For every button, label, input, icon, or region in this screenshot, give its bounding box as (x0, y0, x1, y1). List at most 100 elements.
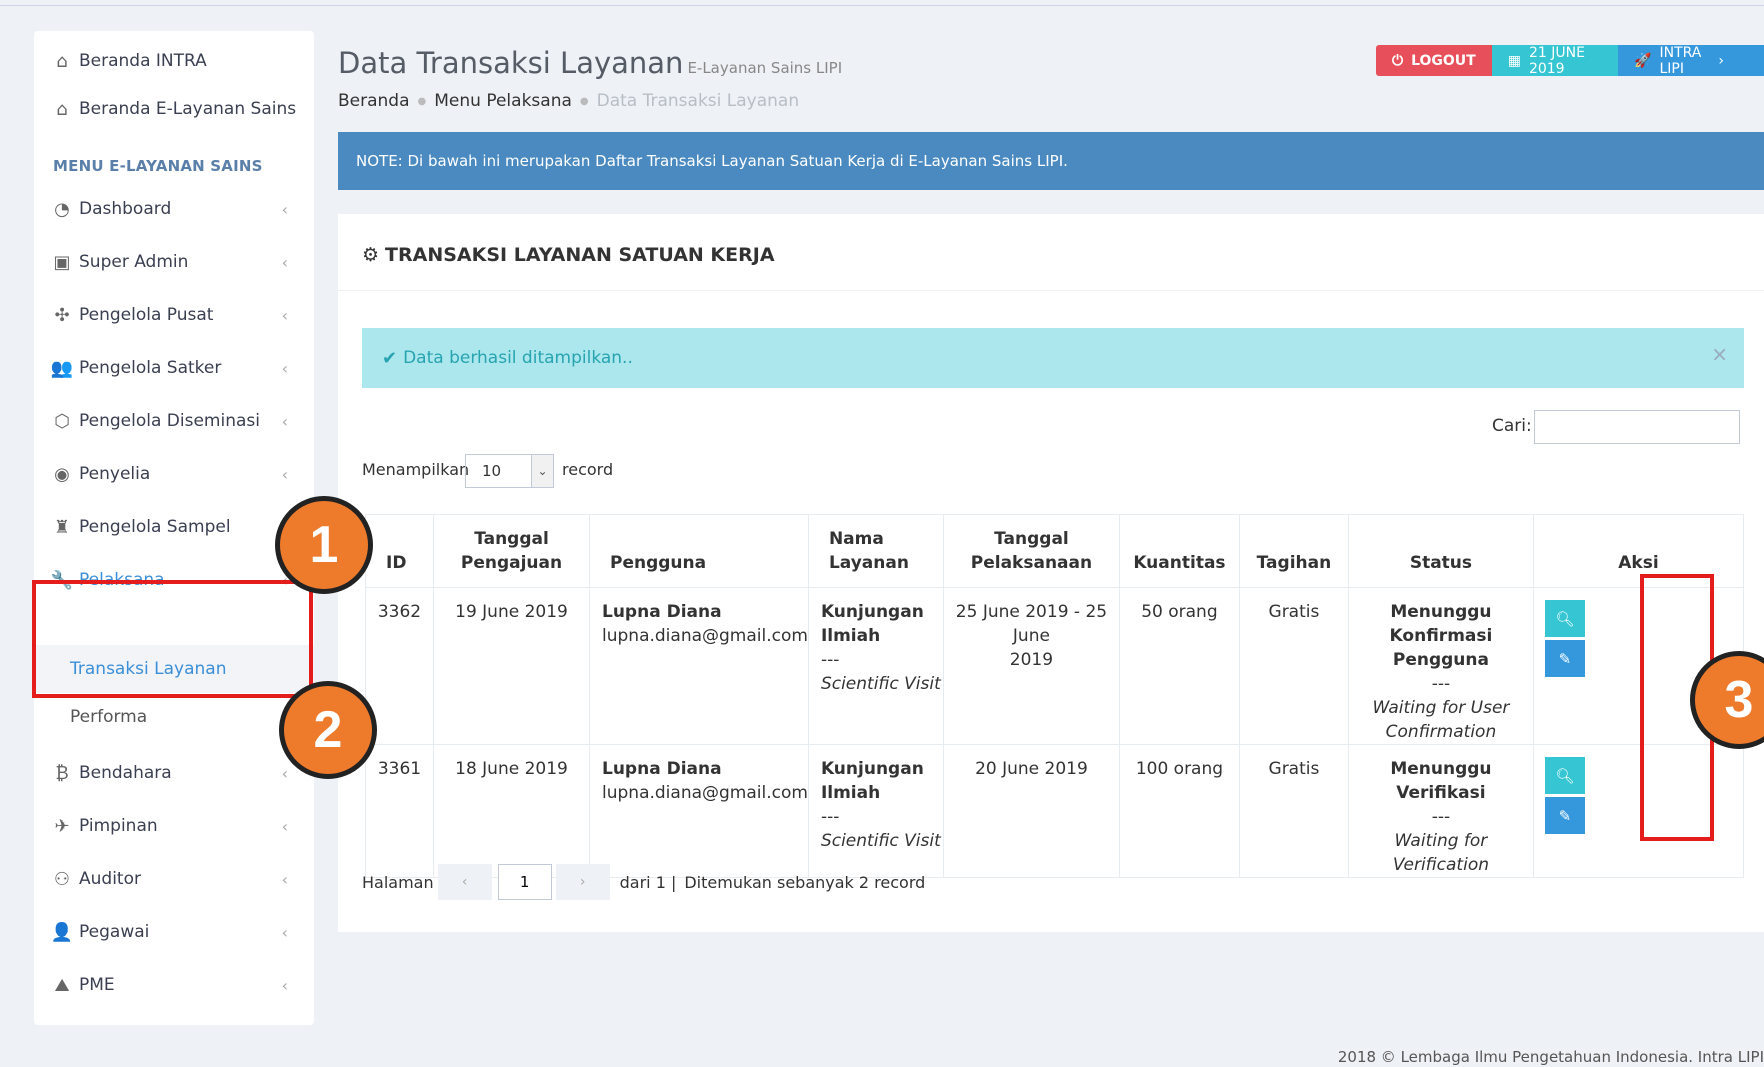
sidebar-item-beranda-intra[interactable]: ⌂ Beranda INTRA (34, 41, 314, 81)
col-header-tanggal-pengajuan[interactable]: Tanggal Pengajuan (433, 514, 590, 588)
edit-button[interactable]: ✎ (1544, 640, 1585, 677)
header-line: Nama (828, 529, 884, 549)
sidebar-item-label: Pimpinan (79, 816, 158, 836)
service-separator: --- (820, 650, 840, 670)
move-icon: ✣ (54, 304, 70, 326)
user-name: Lupna Diana (602, 602, 722, 622)
chevron-left-icon: ‹ (281, 464, 288, 484)
status-en-line: Waiting for User (1372, 698, 1510, 718)
breadcrumb-menu-pelaksana[interactable]: Menu Pelaksana (434, 91, 572, 111)
train-icon: ▣ (53, 251, 71, 273)
sidebar-item-super-admin[interactable]: ▣ Super Admin ‹ (34, 242, 314, 282)
sidebar-item-dashboard[interactable]: ◔ Dashboard ‹ (34, 189, 314, 229)
service-name-line: Ilmiah (820, 783, 881, 803)
sidebar-item-label: PME (79, 975, 115, 995)
sidebar-item-label: Dashboard (79, 199, 172, 219)
search-input[interactable] (1534, 410, 1740, 444)
cell-pengguna: Lupna Diana lupna.diana@gmail.com (589, 744, 809, 878)
next-page-button[interactable]: › (555, 864, 610, 900)
col-header-pengguna[interactable]: Pengguna (589, 514, 809, 588)
close-icon[interactable]: × (1711, 342, 1728, 366)
cell-kuantitas: 100 orang (1118, 744, 1240, 878)
length-suffix: record (562, 460, 614, 479)
sidebar-item-pme[interactable]: ⛰ PME ‹ (34, 965, 314, 1005)
breadcrumb-current: Data Transaksi Layanan (596, 91, 800, 111)
page-input[interactable] (497, 864, 552, 900)
bitcoin-icon: ₿ (55, 762, 69, 784)
view-button[interactable]: 🔍︎ (1544, 757, 1585, 794)
sidebar-item-bendahara[interactable]: ₿ Bendahara ‹ (34, 753, 314, 793)
col-header-kuantitas[interactable]: Kuantitas (1118, 514, 1240, 588)
user-email: lupna.diana@gmail.com (602, 626, 808, 646)
sidebar-item-auditor[interactable]: ⚇ Auditor ‹ (34, 859, 314, 899)
cell-layanan: Kunjungan Ilmiah --- Scientific Visit (807, 587, 944, 745)
intra-lipi-button[interactable]: 🚀 INTRA LIPI › (1618, 45, 1764, 77)
sidebar-item-pengelola-satker[interactable]: 👥 Pengelola Satker ‹ (34, 348, 314, 388)
sidebar-item-pimpinan[interactable]: ✈ Pimpinan ‹ (34, 806, 314, 846)
cell-tagihan: Gratis (1238, 744, 1349, 878)
note-banner: NOTE: Di bawah ini merupakan Daftar Tran… (338, 132, 1764, 190)
user-name: Lupna Diana (602, 759, 722, 779)
service-separator: --- (820, 807, 840, 827)
cell-tanggal-pengajuan: 18 June 2019 (433, 744, 590, 878)
logout-label: LOGOUT (1411, 52, 1476, 69)
col-header-nama-layanan[interactable]: Nama Layanan (807, 514, 944, 588)
status-separator: --- (1431, 807, 1451, 827)
sidebar-item-beranda-elayanan[interactable]: ⌂ Beranda E-Layanan Sains (34, 89, 314, 129)
chevron-left-icon: ‹ (281, 763, 288, 783)
search-icon: 🔍︎ (1555, 609, 1575, 628)
date-button[interactable]: ▦ 21 JUNE 2019 (1491, 44, 1619, 77)
cell-status: Menunggu Verifikasi --- Waiting for Veri… (1347, 744, 1534, 878)
date-label: 21 JUNE 2019 (1528, 44, 1585, 77)
cell-layanan: Kunjungan Ilmiah --- Scientific Visit (807, 744, 944, 878)
col-header-status[interactable]: Status (1347, 514, 1534, 588)
header-line: Layanan (828, 553, 909, 573)
sidebar-item-pengelola-diseminasi[interactable]: ⬡ Pengelola Diseminasi ‹ (34, 401, 314, 441)
length-select[interactable]: 10 ⌄ (465, 454, 554, 488)
service-name-en: Scientific Visit (820, 831, 941, 851)
home-icon: ⌂ (56, 50, 68, 72)
divider (338, 290, 1764, 291)
page-title: Data Transaksi Layanan E-Layanan Sains LI… (338, 46, 842, 80)
transactions-table: ID Tanggal Pengajuan Pengguna Nama Layanan… (365, 514, 1745, 878)
service-name-line: Kunjungan (820, 759, 924, 779)
annotation-box-pelaksana (32, 580, 313, 698)
logout-button[interactable]: ⏻ LOGOUT (1376, 45, 1492, 76)
portlet-title: ⚙ TRANSAKSI LAYANAN SATUAN KERJA (362, 244, 775, 266)
breadcrumb: Beranda ● Menu Pelaksana ● Data Transaks… (338, 91, 799, 111)
sidebar-item-label: Beranda E-Layanan Sains (79, 99, 297, 119)
service-name-line: Ilmiah (820, 626, 881, 646)
sidebar: ⌂ Beranda INTRA ⌂ Beranda E-Layanan Sain… (34, 31, 314, 1025)
sidebar-item-pegawai[interactable]: 👤 Pegawai ‹ (34, 912, 314, 952)
sidebar-item-penyelia[interactable]: ◉ Penyelia ‹ (34, 454, 314, 494)
sidebar-item-pengelola-sampel[interactable]: ♜ Pengelola Sampel ‹ (34, 507, 314, 547)
gear-icon: ⚙ (362, 244, 380, 266)
col-header-tanggal-pelaksanaan[interactable]: Tanggal Pelaksanaan (942, 514, 1120, 588)
col-header-id[interactable]: ID (365, 514, 434, 588)
top-border (0, 0, 1764, 6)
sidebar-subitem-performa[interactable]: Performa (34, 693, 314, 741)
check-icon: ✔ (382, 347, 398, 369)
pagination-suffix: dari 1 | (619, 872, 677, 892)
annotation-marker-2: 2 (279, 681, 377, 779)
binoculars-icon: ⚇ (53, 868, 71, 890)
header-line: Tanggal (474, 529, 549, 549)
edit-button[interactable]: ✎ (1544, 797, 1585, 834)
chevron-left-icon: ‹ (281, 816, 288, 836)
chevron-left-icon: ‹ (281, 869, 288, 889)
view-button[interactable]: 🔍︎ (1544, 600, 1585, 637)
cell-tanggal-pengajuan: 19 June 2019 (433, 587, 590, 745)
sidebar-item-pengelola-pusat[interactable]: ✣ Pengelola Pusat ‹ (34, 295, 314, 335)
pagination: Halaman ‹ › dari 1 | Ditemukan sebanyak … (362, 864, 925, 900)
col-header-tagihan[interactable]: Tagihan (1238, 514, 1349, 588)
prev-page-button[interactable]: ‹ (437, 864, 492, 900)
sidebar-item-label: Bendahara (79, 763, 172, 783)
sidebar-item-label: Pegawai (79, 922, 150, 942)
page-title-text: Data Transaksi Layanan (338, 46, 684, 80)
footer: 2018 © Lembaga Ilmu Pengetahuan Indonesi… (1337, 1048, 1764, 1066)
length-label: Menampilkan (362, 460, 470, 479)
success-alert: ✔ Data berhasil ditampilkan.. × (362, 328, 1744, 388)
annotation-marker-1: 1 (275, 496, 373, 594)
cell-tanggal-pelaksanaan: 20 June 2019 (942, 744, 1120, 878)
breadcrumb-beranda[interactable]: Beranda (338, 91, 410, 111)
